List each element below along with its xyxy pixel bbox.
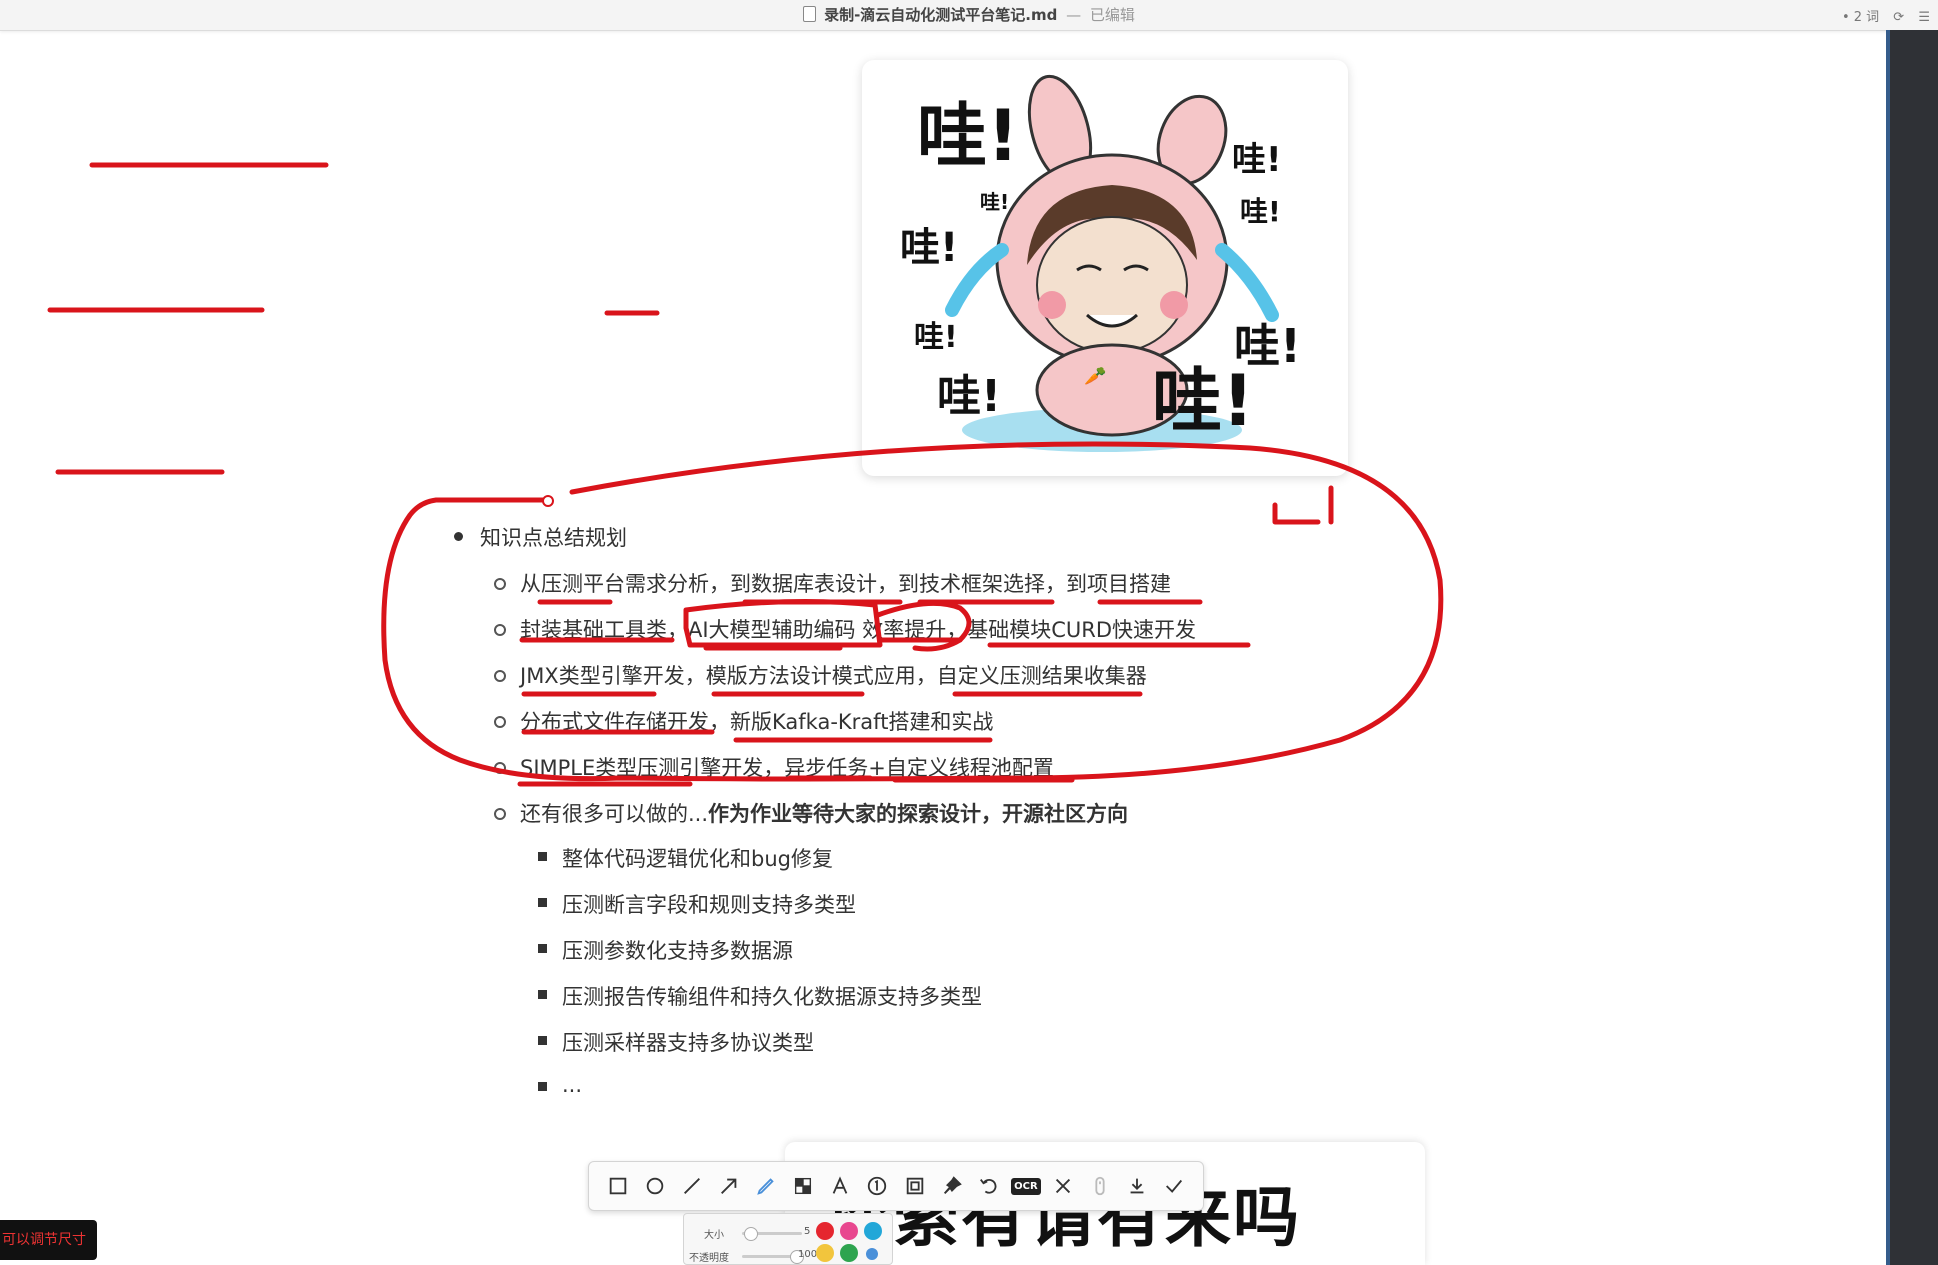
square-bullet xyxy=(538,1036,547,1045)
outline-item-more[interactable]: 还有很多可以做的...作为作业等待大家的探索设计，开源社区方向 xyxy=(520,798,1128,828)
outline-subitem[interactable]: ... xyxy=(562,1073,582,1097)
square-bullet xyxy=(538,990,547,999)
ocr-label: OCR xyxy=(1011,1177,1041,1195)
mosaic-tool-icon[interactable] xyxy=(785,1167,822,1205)
rectangle-tool-icon[interactable] xyxy=(599,1167,636,1205)
square-bullet xyxy=(538,944,547,953)
number-tool-icon[interactable] xyxy=(859,1167,896,1205)
outline-subitem[interactable]: 压测参数化支持多数据源 xyxy=(562,935,793,965)
line-tool-icon[interactable] xyxy=(673,1167,710,1205)
text-tool-icon[interactable] xyxy=(822,1167,859,1205)
outline-subitem[interactable]: 压测报告传输组件和持久化数据源支持多类型 xyxy=(562,981,982,1011)
pen-tool-icon[interactable] xyxy=(748,1167,785,1205)
opacity-slider[interactable] xyxy=(742,1250,804,1264)
resize-tooltip: 可以调节尺寸 xyxy=(0,1220,97,1260)
circle-bullet xyxy=(494,578,506,590)
size-slider-knob[interactable] xyxy=(744,1227,759,1241)
circle-bullet xyxy=(494,624,506,636)
ellipse-tool-icon[interactable] xyxy=(636,1167,673,1205)
outline-subitem[interactable]: 整体代码逻辑优化和bug修复 xyxy=(562,843,833,873)
opacity-value: 100 xyxy=(798,1249,818,1260)
ocr-tool-icon[interactable]: OCR xyxy=(1007,1167,1044,1205)
confirm-tool-icon[interactable] xyxy=(1156,1167,1193,1205)
outline-subitem[interactable]: 压测断言字段和规则支持多类型 xyxy=(562,889,856,919)
circle-bullet xyxy=(494,670,506,682)
square-bullet xyxy=(538,1082,547,1091)
circle-bullet xyxy=(494,762,506,774)
close-tool-icon[interactable] xyxy=(1045,1167,1082,1205)
square-bullet xyxy=(538,898,547,907)
opacity-label: 不透明度 xyxy=(689,1253,729,1264)
blur-tool-icon[interactable] xyxy=(896,1167,933,1205)
outline-item[interactable]: 从压测平台需求分析，到数据库表设计，到技术框架选择，到项目搭建 xyxy=(520,568,1171,598)
annotation-toolbar: OCR xyxy=(588,1161,1204,1211)
size-label: 大小 xyxy=(704,1230,724,1241)
square-bullet xyxy=(538,852,547,861)
disc-bullet xyxy=(454,532,463,541)
arrow-tool-icon[interactable] xyxy=(710,1167,747,1205)
outline-heading[interactable]: 知识点总结规划 xyxy=(480,522,627,552)
color-swatch-blue[interactable] xyxy=(864,1222,882,1240)
color-picker-icon[interactable] xyxy=(866,1248,878,1260)
brush-settings-panel: 大小 5 不透明度 100 xyxy=(683,1213,893,1265)
color-swatch-green[interactable] xyxy=(840,1244,858,1262)
size-slider[interactable] xyxy=(742,1227,802,1241)
color-swatch-yellow[interactable] xyxy=(816,1244,834,1262)
more-prefix: 还有很多可以做的... xyxy=(520,802,709,826)
more-bold: 作为作业等待大家的探索设计，开源社区方向 xyxy=(708,802,1129,826)
color-swatch-pink[interactable] xyxy=(840,1222,858,1240)
scroll-tool-icon[interactable] xyxy=(1082,1167,1119,1205)
pin-tool-icon[interactable] xyxy=(933,1167,970,1205)
outline-item[interactable]: 封装基础工具类，AI大模型辅助编码 效率提升，基础模块CURD快速开发 xyxy=(520,614,1196,644)
circle-bullet xyxy=(494,716,506,728)
outline-subitem[interactable]: 压测采样器支持多协议类型 xyxy=(562,1027,814,1057)
undo-tool-icon[interactable] xyxy=(970,1167,1007,1205)
outline-item[interactable]: 分布式文件存储开发，新版Kafka-Kraft搭建和实战 xyxy=(520,706,993,736)
size-value: 5 xyxy=(804,1226,811,1237)
outline-item[interactable]: JMX类型引擎开发，模版方法设计模式应用，自定义压测结果收集器 xyxy=(520,660,1147,690)
color-swatch-red[interactable] xyxy=(816,1222,834,1240)
markdown-outline: 知识点总结规划 从压测平台需求分析，到数据库表设计，到技术框架选择，到项目搭建 … xyxy=(0,0,1938,1265)
outline-item[interactable]: SIMPLE类型压测引擎开发，异步任务+自定义线程池配置 xyxy=(520,752,1054,782)
download-tool-icon[interactable] xyxy=(1119,1167,1156,1205)
circle-bullet xyxy=(494,808,506,820)
